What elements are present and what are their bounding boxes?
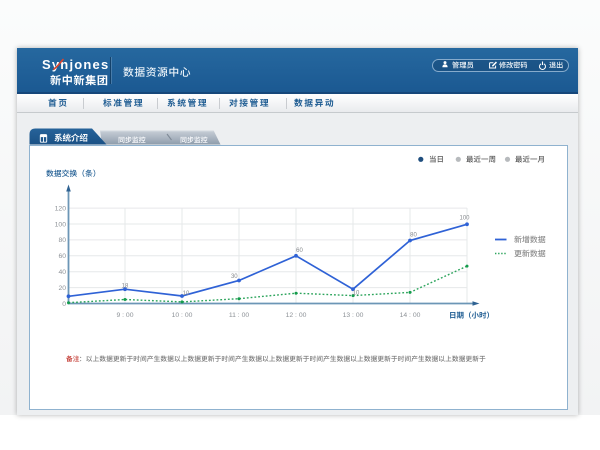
svg-text:20: 20 [58, 285, 66, 292]
svg-text:18: 18 [122, 283, 129, 289]
svg-text:40: 40 [58, 269, 66, 276]
svg-text:120: 120 [55, 205, 67, 212]
svg-text:100: 100 [55, 221, 67, 228]
svg-text:11 : 00: 11 : 00 [229, 312, 250, 319]
svg-text:80: 80 [58, 237, 66, 244]
svg-text:60: 60 [296, 248, 303, 254]
svg-text:100: 100 [459, 216, 470, 222]
svg-text:30: 30 [231, 274, 238, 280]
svg-text:0: 0 [62, 301, 66, 308]
svg-text:80: 80 [410, 233, 417, 239]
svg-text:12 : 00: 12 : 00 [286, 312, 307, 319]
svg-text:9 : 00: 9 : 00 [116, 312, 133, 319]
svg-text:10: 10 [183, 291, 190, 297]
svg-text:10 : 00: 10 : 00 [172, 312, 193, 319]
svg-text:13 : 00: 13 : 00 [343, 312, 364, 319]
svg-text:10: 10 [353, 291, 360, 297]
svg-text:60: 60 [58, 253, 66, 260]
svg-text:14 : 00: 14 : 00 [400, 312, 421, 319]
